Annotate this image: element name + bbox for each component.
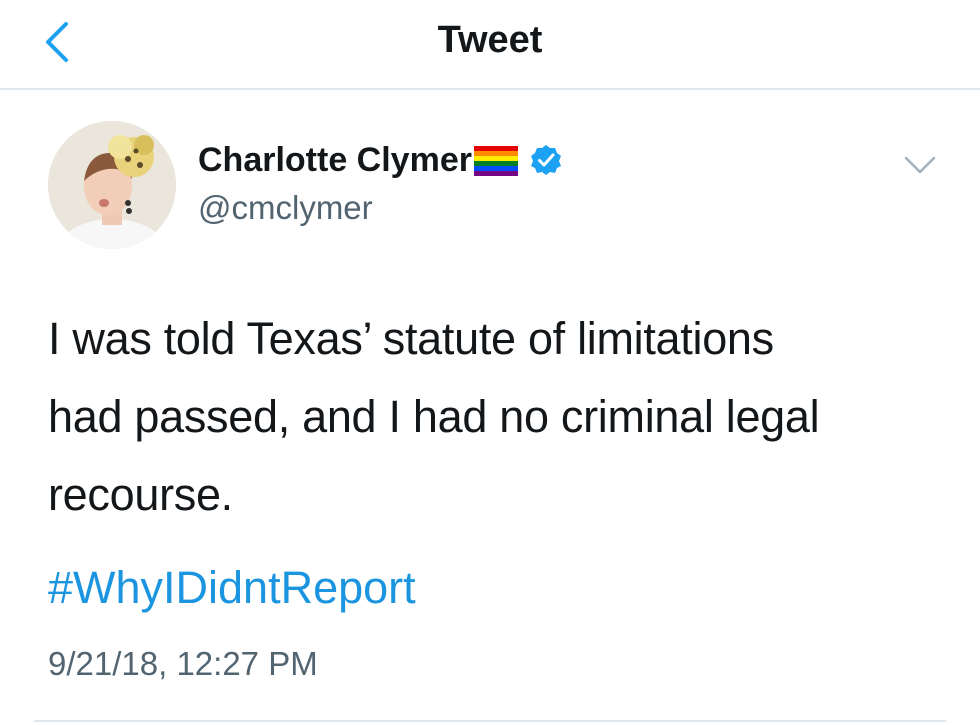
tweet-text-line: had passed, and I had no criminal legal	[48, 391, 820, 442]
tweet-text: I was told Texas’ statute of limitations…	[48, 300, 948, 534]
author-handle[interactable]: @cmclymer	[198, 188, 373, 228]
tweet-card: Charlotte Clymer @cmclymer I was told Te…	[0, 90, 980, 725]
hashtag-link[interactable]: #WhyIDidntReport	[48, 558, 416, 618]
avatar[interactable]	[48, 121, 176, 249]
display-name[interactable]: Charlotte Clymer	[198, 140, 472, 180]
more-options-button[interactable]	[900, 150, 940, 180]
navigation-bar: Tweet	[0, 0, 980, 90]
verified-badge-icon	[530, 144, 562, 176]
divider	[34, 720, 946, 722]
chevron-down-icon	[900, 156, 940, 184]
author-name-row[interactable]: Charlotte Clymer	[198, 140, 562, 180]
tweet-text-line: I was told Texas’ statute of limitations	[48, 313, 774, 364]
tweet-timestamp: 9/21/18, 12:27 PM	[48, 645, 318, 682]
page-title: Tweet	[437, 19, 543, 61]
rainbow-flag-icon	[473, 144, 518, 176]
tweet-text-line: recourse.	[48, 469, 233, 520]
